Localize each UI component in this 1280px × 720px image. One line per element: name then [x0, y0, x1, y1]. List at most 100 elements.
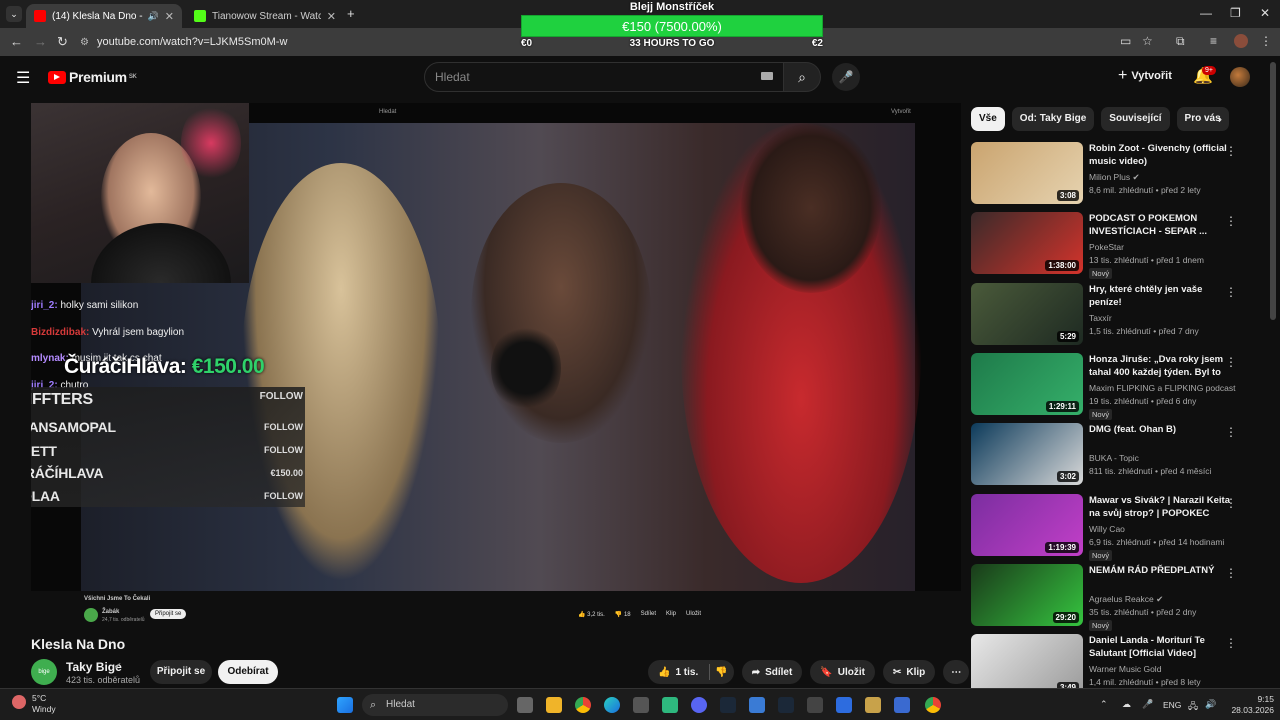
recommended-video[interactable]: 1:19:39 Mawar vs Sivák? | Narazil Keita n… — [971, 494, 1251, 561]
youtube-logo[interactable]: Premium SK — [48, 69, 137, 85]
page-scrollbar[interactable] — [1270, 62, 1276, 320]
chrome-active-icon[interactable] — [925, 697, 941, 713]
channel-name[interactable]: Milion Plus ✔ — [1089, 172, 1140, 183]
minimize-icon[interactable]: — — [1200, 6, 1212, 20]
recommended-video[interactable]: 29:20 NEMÁM RÁD PŘEDPLATNÝ Agraelus Reakce… — [971, 564, 1251, 631]
video-title[interactable]: Honza Jiruše: „Dva roky jsem tahal 400 k… — [1089, 353, 1231, 379]
video-thumbnail[interactable]: 1:29:11 — [971, 353, 1083, 415]
channel-name[interactable]: Willy Cao — [1089, 524, 1125, 534]
channel-name[interactable]: BUKA - Topic — [1089, 453, 1139, 463]
more-vertical-icon[interactable]: ⋮ — [1225, 285, 1237, 299]
windows-start-icon[interactable] — [337, 697, 353, 713]
discord-icon[interactable] — [691, 697, 707, 713]
tab-kick[interactable]: Tianowow Stream - Watch Live ✕ — [186, 4, 344, 28]
more-vertical-icon[interactable]: ⋮ — [1225, 355, 1237, 369]
video-thumbnail[interactable]: 3:02 — [971, 423, 1083, 485]
task-view-icon[interactable] — [517, 697, 533, 713]
weather-widget[interactable]: 5°C Windy — [12, 693, 56, 715]
video-title[interactable]: Mawar vs Sivák? | Narazil Keita na svůj … — [1089, 494, 1231, 520]
recommended-video[interactable]: 1:38:00 PODCAST O POKEMON INVESTÍCIACH - … — [971, 212, 1251, 279]
thumbs-down-icon[interactable]: 👎 — [715, 667, 727, 678]
more-vertical-icon[interactable]: ⋮ — [1225, 425, 1237, 439]
close-window-icon[interactable]: ✕ — [1260, 6, 1270, 20]
chevron-right-icon[interactable]: › — [1218, 112, 1222, 126]
channel-name[interactable]: PokeStar — [1089, 242, 1124, 252]
app-icon[interactable] — [662, 697, 678, 713]
forward-icon[interactable]: → — [34, 34, 47, 49]
new-tab-icon[interactable]: + — [347, 6, 355, 21]
app-icon[interactable] — [836, 697, 852, 713]
restore-icon[interactable]: ❐ — [1230, 6, 1241, 20]
channel-name[interactable]: Taxxír — [1089, 313, 1112, 323]
channel-name[interactable]: Maxim FLIPKING a FLIPKING podcast — [1089, 383, 1235, 393]
more-vertical-icon[interactable]: ⋮ — [1225, 496, 1237, 510]
chip-all[interactable]: Vše — [971, 107, 1005, 131]
more-vertical-icon[interactable]: ⋮ — [1225, 566, 1237, 580]
app-icon[interactable] — [894, 697, 910, 713]
back-icon[interactable]: ← — [10, 34, 23, 49]
account-avatar[interactable] — [1230, 67, 1250, 87]
audio-icon[interactable]: 🔊 — [148, 11, 159, 22]
tab-search-list-icon[interactable]: ≡ — [1210, 34, 1217, 48]
recommended-video[interactable]: 3:08 Robin Zoot - Givenchy (official musi… — [971, 142, 1251, 206]
video-thumbnail[interactable]: 3:49 — [971, 634, 1083, 696]
clock[interactable]: 9:15 28.03.2026 — [1226, 694, 1274, 716]
onedrive-icon[interactable]: ☁ — [1122, 699, 1131, 710]
voice-search-button[interactable]: 🎤 — [832, 63, 860, 91]
language-indicator[interactable]: ENG — [1163, 700, 1181, 710]
more-vertical-icon[interactable]: ⋮ — [1225, 636, 1237, 650]
create-button[interactable]: + Vytvořit — [1118, 67, 1172, 85]
more-vertical-icon[interactable]: ⋮ — [1225, 144, 1237, 158]
video-title[interactable]: DMG (feat. Ohan B) — [1089, 423, 1231, 436]
video-title[interactable]: Hry, které chtěly jen vaše peníze! — [1089, 283, 1231, 309]
like-button[interactable]: 👍 1 tis. 👎 — [648, 660, 734, 684]
keyboard-icon[interactable] — [761, 72, 773, 80]
subscribe-button[interactable]: Odebírat — [218, 660, 278, 684]
clip-button[interactable]: ✂ Klip — [883, 660, 936, 684]
tab-youtube[interactable]: (14) Klesla Na Dno - YouTube 🔊 ✕ — [26, 4, 182, 28]
search-button[interactable]: ⌕ — [783, 62, 821, 92]
app-icon[interactable] — [807, 697, 823, 713]
chip-related[interactable]: Související — [1101, 107, 1170, 131]
volume-icon[interactable]: 🔊 — [1205, 699, 1216, 710]
extensions-icon[interactable]: ⧉ — [1176, 34, 1185, 49]
video-title[interactable]: Robin Zoot - Givenchy (official music vi… — [1089, 142, 1231, 168]
chrome-icon[interactable] — [575, 697, 591, 713]
chip-from-channel[interactable]: Od: Taky Bige — [1011, 107, 1095, 131]
tray-chevron-icon[interactable]: ⌃ — [1100, 699, 1108, 710]
cast-icon[interactable]: ▭ — [1120, 34, 1131, 48]
network-icon[interactable]: 🖧 — [1188, 699, 1198, 715]
recommended-video[interactable]: 3:02 DMG (feat. Ohan B) BUKA - Topic 811 ti… — [971, 423, 1251, 487]
search-input[interactable]: Hledat — [424, 62, 784, 92]
bookmark-star-icon[interactable]: ☆ — [1142, 34, 1153, 48]
more-vertical-icon[interactable]: ⋮ — [1225, 214, 1237, 228]
channel-name[interactable]: Agraelus Reakce ✔ — [1089, 594, 1163, 605]
steam-icon[interactable] — [720, 697, 736, 713]
hamburger-menu-icon[interactable]: ☰ — [16, 68, 30, 88]
profile-avatar[interactable] — [1234, 34, 1248, 48]
browser-menu-icon[interactable]: ⋮ — [1260, 34, 1272, 48]
close-icon[interactable]: ✕ — [165, 10, 174, 23]
app-icon[interactable] — [865, 697, 881, 713]
join-button[interactable]: Připojit se — [150, 660, 212, 684]
video-title[interactable]: Daniel Landa - Moriturí Te Salutant [Off… — [1089, 634, 1231, 660]
microphone-icon[interactable]: 🎤 — [1142, 699, 1153, 710]
reload-icon[interactable]: ↻ — [57, 34, 68, 50]
close-icon[interactable]: ✕ — [327, 10, 336, 23]
app-icon[interactable] — [749, 697, 765, 713]
channel-avatar[interactable]: bige — [31, 659, 57, 685]
video-thumbnail[interactable]: 1:19:39 — [971, 494, 1083, 556]
tab-search-icon[interactable]: ⌄ — [6, 6, 22, 22]
video-title[interactable]: NEMÁM RÁD PŘEDPLATNÝ — [1089, 564, 1231, 577]
video-thumbnail[interactable]: 1:38:00 — [971, 212, 1083, 274]
edge-icon[interactable] — [604, 697, 620, 713]
video-thumbnail[interactable]: 29:20 — [971, 564, 1083, 626]
file-explorer-icon[interactable] — [546, 697, 562, 713]
share-button[interactable]: ➦ Sdílet — [741, 660, 803, 684]
url-field[interactable]: ⚙ youtube.com/watch?v=LJKM5Sm0M-w — [80, 31, 480, 53]
recommended-video[interactable]: 1:29:11 Honza Jiruše: „Dva roky jsem taha… — [971, 353, 1251, 420]
recommended-video[interactable]: 5:29 Hry, které chtěly jen vaše peníze! Ta… — [971, 283, 1251, 347]
taskbar-search[interactable]: ⌕ Hledat — [362, 694, 508, 716]
site-info-icon[interactable]: ⚙ — [80, 37, 89, 48]
video-title[interactable]: PODCAST O POKEMON INVESTÍCIACH - SEPAR .… — [1089, 212, 1231, 238]
